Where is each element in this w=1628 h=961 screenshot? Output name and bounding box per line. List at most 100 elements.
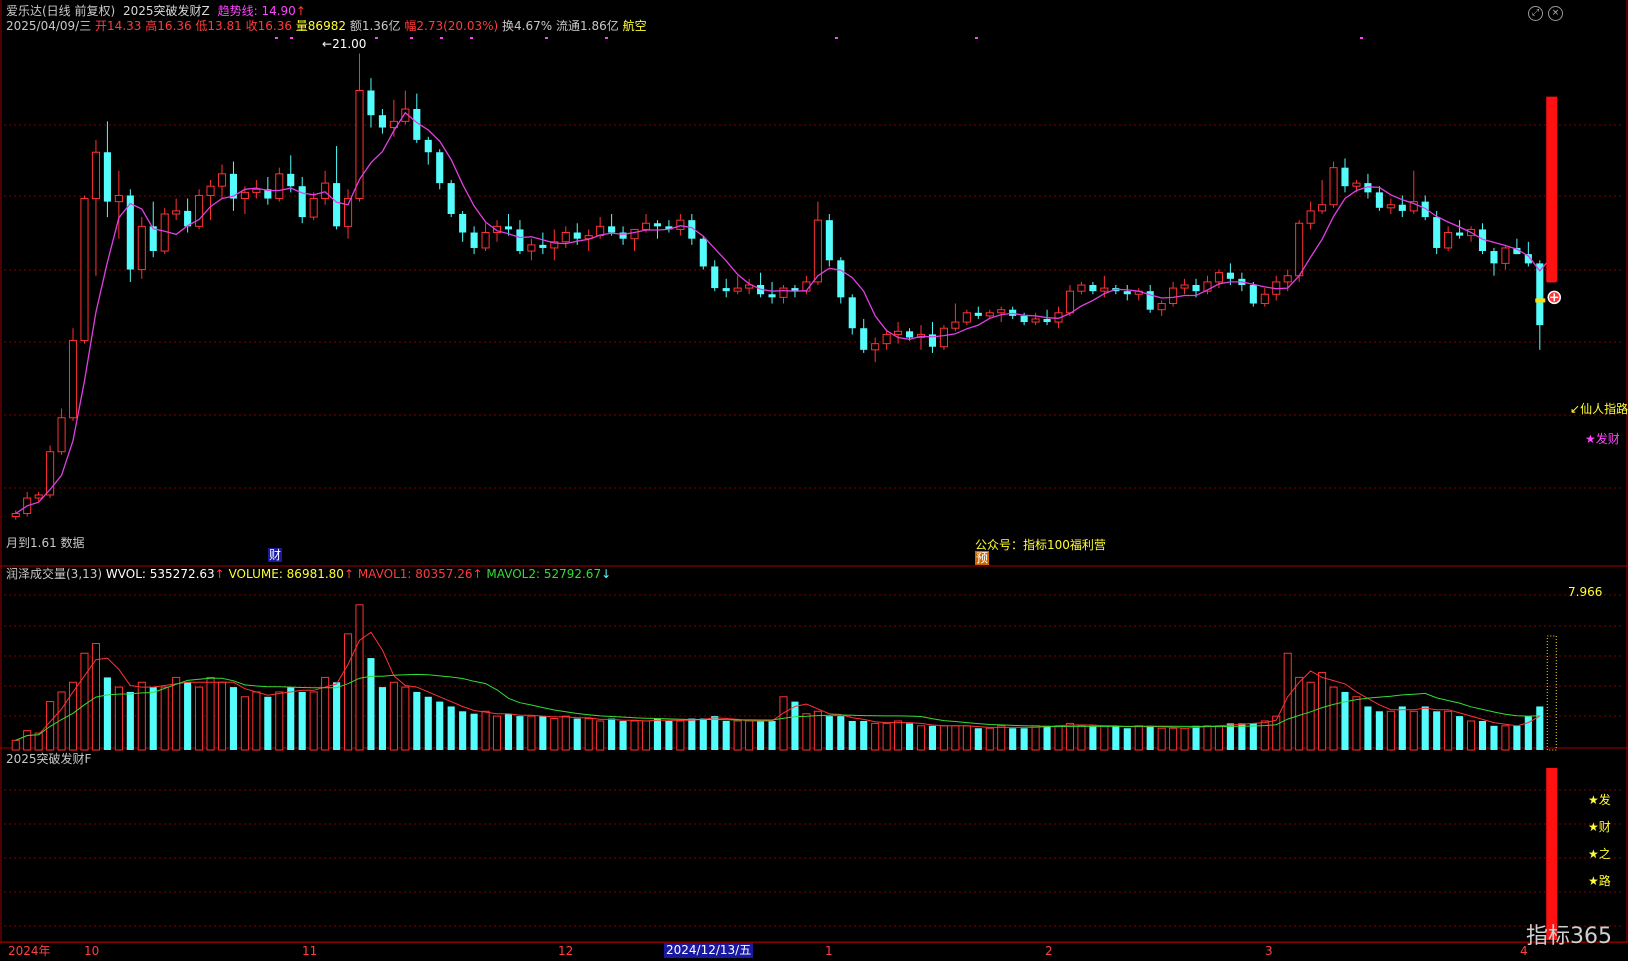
volume-bar <box>1169 727 1178 751</box>
axis-label-1: 1 <box>825 944 833 958</box>
volume-bar <box>217 681 227 751</box>
axis-label-11: 11 <box>302 944 318 958</box>
volume-bar <box>424 696 432 750</box>
signal-panel-title: 2025突破发财F <box>6 752 92 766</box>
candle-body <box>1249 285 1257 304</box>
candle-body <box>985 312 994 317</box>
volume-bar <box>1214 725 1224 751</box>
candle-body <box>539 244 547 248</box>
candle-body <box>1065 290 1075 314</box>
volume-projection <box>1546 635 1557 751</box>
candle-body <box>1100 287 1109 292</box>
volume-bar <box>573 718 581 750</box>
volume-bar <box>813 710 822 751</box>
signal-dot <box>835 37 838 39</box>
candle-body <box>951 321 960 329</box>
volume-bar <box>516 716 524 750</box>
candle-body <box>1375 192 1383 208</box>
volume-panel-title: 润泽成交量(3,13) <box>6 567 103 581</box>
volume-bar <box>275 691 284 751</box>
candle-body <box>837 260 845 298</box>
volume-bar <box>871 722 880 751</box>
volume-bar <box>1020 728 1028 750</box>
signal-dot <box>275 37 278 39</box>
volume-bar <box>206 676 215 751</box>
volume-bar <box>447 706 455 750</box>
candle-body <box>378 115 386 128</box>
volume-bar <box>1352 696 1361 751</box>
candle-body <box>653 223 662 227</box>
candle-body <box>309 198 318 218</box>
volume-bar <box>916 725 926 751</box>
volume-bar <box>184 682 192 750</box>
volume-bar <box>80 652 89 751</box>
candle-body <box>779 287 788 298</box>
volume-bar <box>481 710 490 751</box>
candle-body <box>504 226 513 230</box>
volume-bar <box>837 716 845 750</box>
axis-label-3: 3 <box>1265 944 1273 958</box>
candle-body <box>1169 287 1178 305</box>
candle-body <box>860 328 868 350</box>
volume-bar <box>195 686 204 751</box>
yu-badge[interactable]: 预 <box>975 551 990 565</box>
candle-body <box>137 225 146 271</box>
volume-bar <box>665 720 673 750</box>
signal-dot <box>1360 37 1363 39</box>
axis-label-year: 2024年 <box>8 944 51 958</box>
volume-panel-header: 润泽成交量(3,13) WVOL: 535272.63↑ VOLUME: 869… <box>6 567 611 581</box>
volume-bar <box>584 718 593 751</box>
candle-body <box>733 287 742 292</box>
volume-bar <box>1112 725 1120 750</box>
candle-body <box>641 222 651 230</box>
volume-bar <box>1490 725 1498 750</box>
candle-body <box>699 238 707 267</box>
signal-dot <box>440 37 443 39</box>
axis-selected-date[interactable]: 2024/12/13/五 <box>664 943 754 958</box>
candle-body <box>1089 285 1097 292</box>
volume-bar <box>550 718 559 751</box>
cai-badge[interactable]: 财 <box>268 548 283 562</box>
candle-body <box>1341 167 1349 187</box>
volume-bar <box>149 687 157 750</box>
volume-bar <box>733 720 742 751</box>
volume-bar <box>848 720 856 750</box>
volume-bar <box>1295 676 1304 751</box>
candle-body <box>1192 285 1200 292</box>
volume-bar <box>962 725 971 751</box>
candle-body <box>1077 284 1086 292</box>
wvol-value: WVOL: 535272.63 <box>105 567 215 581</box>
star-zhi: ★之 <box>1588 847 1611 861</box>
signal-dot <box>605 37 608 39</box>
volume-bar <box>860 720 868 750</box>
candle-body <box>172 210 181 215</box>
volume-bar <box>1364 706 1372 750</box>
volume-bar <box>1409 710 1418 751</box>
candle-body <box>1386 204 1395 209</box>
volume-bar <box>699 718 707 750</box>
signal-dot <box>375 37 378 39</box>
axis-label-12: 12 <box>558 944 574 958</box>
candle-body <box>1180 284 1189 289</box>
volume-bar <box>470 713 478 750</box>
time-axis <box>0 942 1628 961</box>
candle-body <box>527 244 536 252</box>
kline-chart[interactable] <box>0 0 1628 960</box>
candle-body <box>1214 272 1224 283</box>
candle-body <box>1352 182 1361 187</box>
signal-marker <box>1535 298 1546 303</box>
signal-dot <box>470 37 473 39</box>
volume-bar <box>11 739 20 751</box>
volume-bar <box>1501 725 1510 751</box>
candle-body <box>217 173 227 187</box>
volume-bar <box>1100 725 1109 751</box>
high-price-marker: ←21.00 <box>322 37 367 51</box>
volume-bar <box>413 691 421 750</box>
volume-bar <box>172 676 181 751</box>
volume-bar <box>1077 725 1086 751</box>
candle-body <box>1398 204 1406 211</box>
volume-bar <box>539 716 547 750</box>
signal-dot <box>545 37 548 39</box>
candle-body <box>608 226 616 233</box>
mavol2-value: MAVOL2: 52792.67 <box>486 567 602 581</box>
